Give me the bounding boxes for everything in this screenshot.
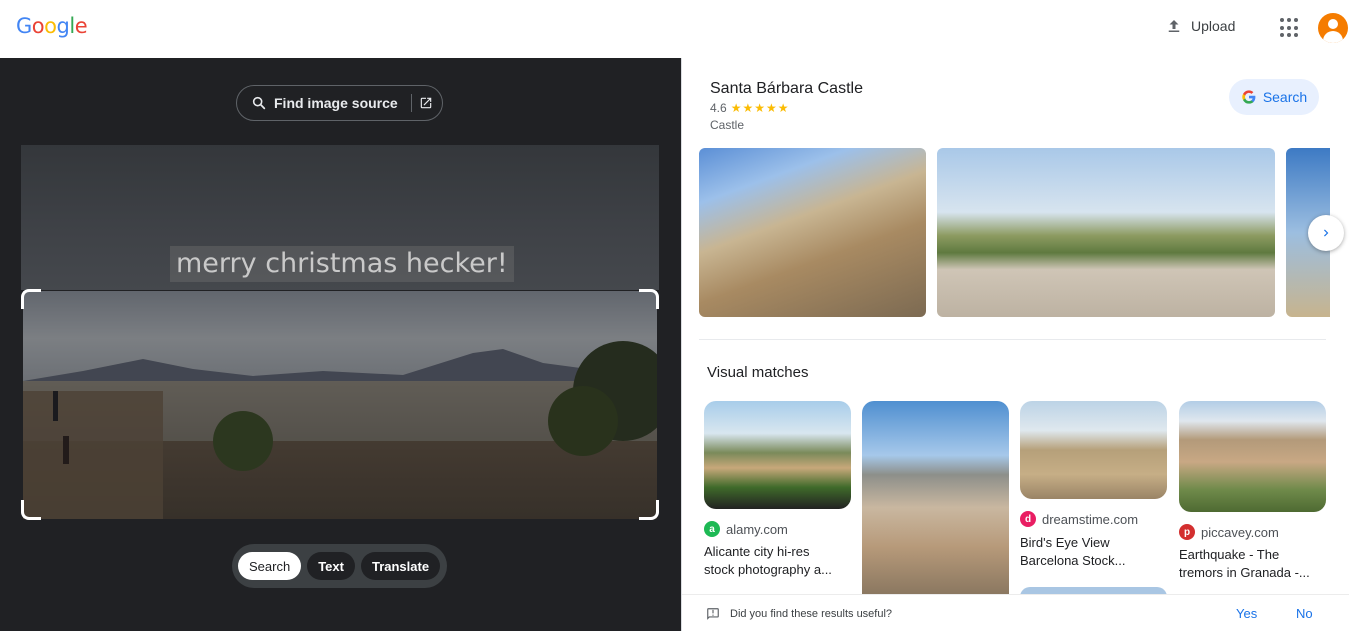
google-logo[interactable]: Google <box>16 14 88 38</box>
dreamstime-favicon-icon: d <box>1020 511 1036 527</box>
logo-letter: e <box>74 14 88 38</box>
visual-match-source-label: piccavey.com <box>1201 524 1279 540</box>
mode-search-button[interactable]: Search <box>238 552 302 580</box>
visual-match-image[interactable] <box>1020 401 1167 499</box>
feedback-no-button[interactable]: No <box>1296 606 1313 621</box>
entity-image[interactable] <box>937 148 1275 317</box>
visual-match-caption-line: tremors in Granada -... <box>1179 565 1310 580</box>
image-overlay-text: merry christmas hecker! <box>170 246 514 282</box>
visual-match-caption[interactable]: Bird's Eye View Barcelona Stock... <box>1020 534 1126 570</box>
find-image-source-button[interactable]: Find image source <box>236 85 443 121</box>
apps-grid-icon[interactable] <box>1280 18 1300 38</box>
results-panel: Santa Bárbara Castle 4.6 ★★★★★ Castle Se… <box>681 58 1349 631</box>
account-avatar[interactable] <box>1318 13 1348 43</box>
entity-search-button[interactable]: Search <box>1229 79 1319 115</box>
feedback-bar: Did you find these results useful? Yes N… <box>682 594 1349 631</box>
crop-selection[interactable] <box>23 291 657 519</box>
entity-search-label: Search <box>1262 89 1308 105</box>
visual-match-image[interactable] <box>1179 401 1326 512</box>
image-preview-panel: Find image source merry christmas hecker… <box>0 58 681 631</box>
google-g-icon <box>1242 90 1256 104</box>
crop-handle-top-left[interactable] <box>21 289 41 309</box>
entity-type: Castle <box>710 118 745 132</box>
lens-search-icon <box>252 96 266 110</box>
section-divider <box>699 339 1326 340</box>
logo-letter: o <box>44 14 57 38</box>
visual-match-caption-line: Barcelona Stock... <box>1020 553 1126 568</box>
feedback-icon <box>707 608 719 620</box>
visual-match-caption-line: Alicante city hi-res <box>704 544 810 559</box>
open-in-new-icon <box>420 97 431 109</box>
visual-match-caption[interactable]: Earthquake - The tremors in Granada -... <box>1179 546 1310 582</box>
visual-match-image[interactable] <box>704 401 851 509</box>
upload-label: Upload <box>1191 18 1236 34</box>
entity-title[interactable]: Santa Bárbara Castle <box>710 80 863 98</box>
upload-icon <box>1168 20 1180 32</box>
top-header: Google Upload <box>0 0 1349 58</box>
lens-mode-switcher: Search Text Translate <box>232 544 447 588</box>
rating-value: 4.6 <box>710 101 727 115</box>
upload-button[interactable]: Upload <box>1165 17 1235 35</box>
visual-match-source[interactable]: d dreamstime.com <box>1020 511 1138 527</box>
logo-letter: g <box>56 14 70 38</box>
crop-handle-top-right[interactable] <box>639 289 659 309</box>
uploaded-image: merry christmas hecker! <box>21 145 659 520</box>
find-image-source-label: Find image source <box>274 95 398 111</box>
entity-rating: 4.6 ★★★★★ <box>710 101 789 115</box>
mode-text-button[interactable]: Text <box>307 552 355 580</box>
logo-letter: G <box>16 14 32 38</box>
visual-matches-heading: Visual matches <box>707 364 809 381</box>
visual-match-source[interactable]: a alamy.com <box>704 521 788 537</box>
piccavey-favicon-icon: p <box>1179 524 1195 540</box>
visual-match-caption[interactable]: Alicante city hi-res stock photography a… <box>704 543 832 579</box>
visual-match-caption-line: Earthquake - The <box>1179 547 1280 562</box>
visual-match-caption-line: stock photography a... <box>704 562 832 577</box>
rating-stars-icon: ★★★★★ <box>730 101 790 115</box>
entity-image[interactable] <box>699 148 926 317</box>
alamy-favicon-icon: a <box>704 521 720 537</box>
visual-match-source-label: dreamstime.com <box>1042 511 1139 527</box>
visual-match-source-label: alamy.com <box>726 521 788 537</box>
visual-match-caption-line: Bird's Eye View <box>1020 535 1110 550</box>
visual-match-image[interactable] <box>862 401 1009 595</box>
logo-letter: o <box>31 14 45 38</box>
carousel-next-button[interactable] <box>1308 215 1344 251</box>
visual-match-source[interactable]: p piccavey.com <box>1179 524 1279 540</box>
crop-handle-bottom-right[interactable] <box>639 500 659 520</box>
feedback-question: Did you find these results useful? <box>730 608 893 620</box>
feedback-yes-button[interactable]: Yes <box>1236 606 1257 621</box>
crop-handle-bottom-left[interactable] <box>21 500 41 520</box>
separator <box>410 94 412 112</box>
chevron-right-icon <box>1324 229 1329 237</box>
mode-translate-button[interactable]: Translate <box>360 552 441 580</box>
